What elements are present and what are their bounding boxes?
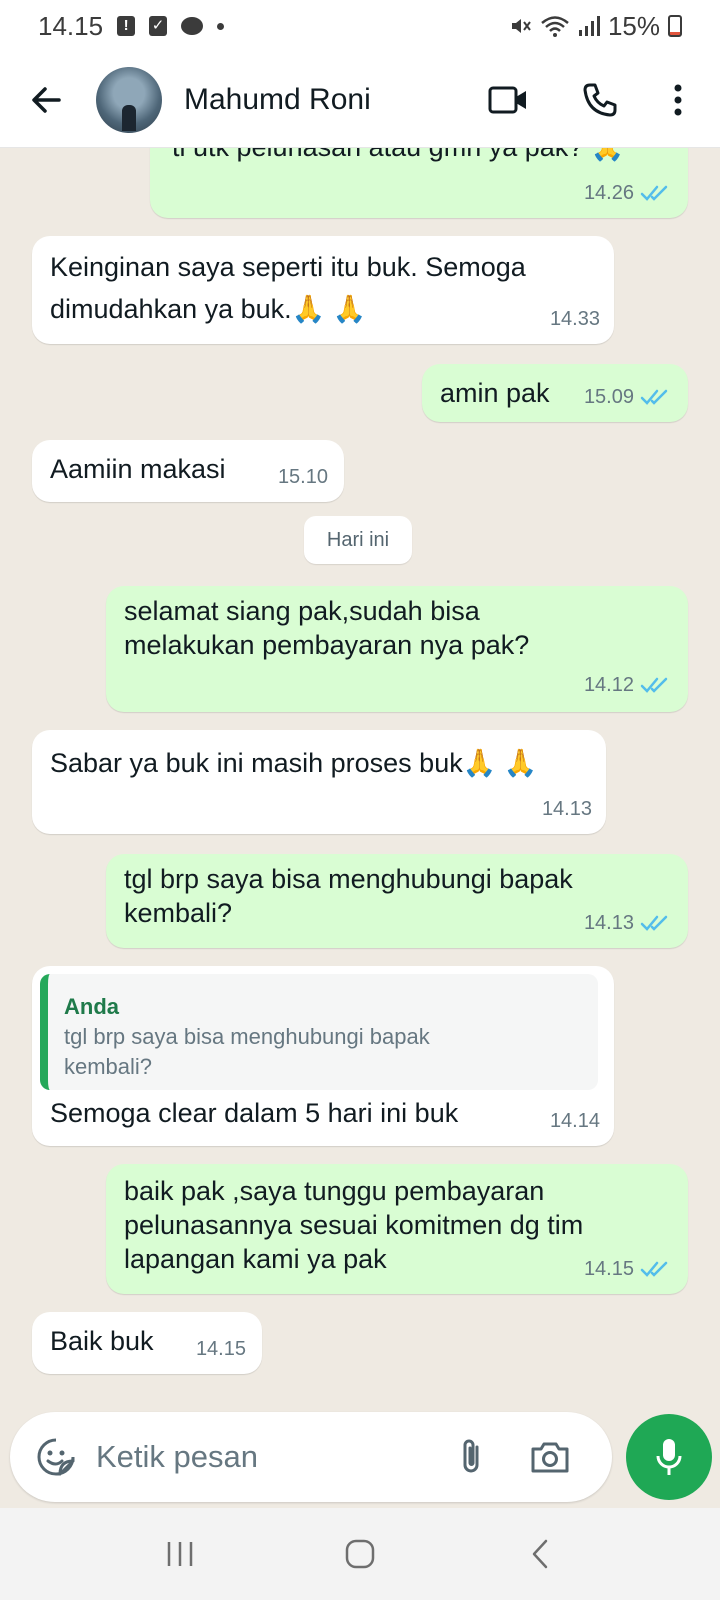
message-text: Semoga clear dalam 5 hari ini buk: [50, 1098, 459, 1128]
message-bubble-outgoing[interactable]: baik pak ,saya tunggu pembayaran pelunas…: [106, 1164, 688, 1294]
home-button[interactable]: [330, 1524, 390, 1584]
camera-icon: [531, 1442, 569, 1473]
sticker-icon: [37, 1438, 75, 1476]
message-time: 14.14: [549, 1110, 600, 1132]
read-ticks-icon: [640, 915, 668, 931]
camera-button[interactable]: [522, 1429, 578, 1485]
recent-apps-icon: [167, 1542, 193, 1566]
message-bubble-incoming[interactable]: Sabar ya buk ini masih proses buk🙏 🙏 14.…: [32, 730, 606, 834]
message-time: 14.26: [583, 182, 634, 204]
message-bubble-incoming[interactable]: Baik buk 14.15: [32, 1312, 262, 1374]
back-button[interactable]: [26, 80, 66, 120]
message-text: Sabar ya buk ini masih proses buk🙏 🙏: [50, 748, 538, 778]
mic-icon: [656, 1439, 682, 1475]
date-separator: Hari ini: [304, 516, 412, 564]
recent-apps-button[interactable]: [150, 1524, 210, 1584]
notification-icon: !: [117, 16, 136, 36]
message-text: tgl brp saya bisa menghubungi bapak kemb…: [124, 864, 573, 928]
avatar[interactable]: [96, 66, 162, 133]
status-bar: 14.15 ! ✓ 15%: [0, 0, 720, 52]
attach-button[interactable]: [444, 1429, 500, 1485]
back-nav-icon: [532, 1539, 548, 1569]
message-bubble-outgoing[interactable]: amin pak 15.09: [422, 364, 688, 422]
message-time: 15.09: [583, 386, 634, 408]
quoted-text: tgl brp saya bisa menghubungi bapak kemb…: [64, 1024, 430, 1079]
message-text: amin pak: [440, 378, 550, 408]
message-bubble-incoming[interactable]: Keinginan saya seperti itu buk. Semoga d…: [32, 236, 614, 344]
video-call-button[interactable]: [480, 72, 536, 128]
home-icon: [345, 1539, 375, 1569]
message-text: ti utk pelunasan atau gmn ya pak? 🙏: [172, 148, 624, 164]
more-vert-icon: [674, 84, 682, 115]
message-text: Keinginan saya seperti itu buk. Semoga d…: [50, 252, 526, 324]
signal-icon: [578, 16, 600, 36]
message-input[interactable]: [96, 1439, 436, 1475]
message-composer: [10, 1412, 612, 1502]
sticker-button[interactable]: [28, 1429, 84, 1485]
message-text: baik pak ,saya tunggu pembayaran pelunas…: [124, 1176, 584, 1274]
wifi-icon: [541, 16, 569, 37]
read-ticks-icon: [640, 389, 668, 405]
read-ticks-icon: [640, 185, 668, 201]
quoted-author: Anda: [64, 994, 119, 1019]
message-time: 14.13: [583, 912, 634, 934]
mute-icon: [511, 19, 531, 33]
attach-icon: [463, 1439, 479, 1473]
message-time: 14.33: [549, 308, 600, 330]
read-ticks-icon: [640, 1261, 668, 1277]
message-time: 14.15: [195, 1338, 246, 1360]
phone-call-icon: [583, 83, 617, 116]
checkbox-icon: ✓: [149, 16, 168, 36]
message-time: 15.10: [277, 466, 328, 488]
message-bubble-outgoing[interactable]: tgl brp saya bisa menghubungi bapak kemb…: [106, 854, 688, 948]
more-options-button[interactable]: [650, 72, 706, 128]
battery-icon: [668, 15, 682, 37]
contact-name[interactable]: Mahumd Roni: [184, 83, 371, 117]
message-bubble-outgoing[interactable]: ti utk pelunasan atau gmn ya pak? 🙏 14.2…: [150, 148, 688, 218]
system-navigation-bar: [0, 1508, 720, 1600]
back-arrow-icon: [32, 86, 61, 113]
message-time: 14.12: [583, 674, 634, 696]
message-time: 14.15: [583, 1258, 634, 1280]
chat-header: Mahumd Roni: [0, 52, 720, 148]
dot-icon: [217, 22, 225, 30]
message-icon: [181, 17, 204, 35]
message-bubble-incoming[interactable]: Aamiin makasi 15.10: [32, 440, 344, 502]
video-call-icon: [488, 86, 526, 113]
quoted-message[interactable]: Anda tgl brp saya bisa menghubungi bapak…: [40, 974, 598, 1090]
message-bubble-outgoing[interactable]: selamat siang pak,sudah bisa melakukan p…: [106, 586, 688, 712]
message-time: 14.13: [541, 798, 592, 820]
read-ticks-icon: [640, 677, 668, 693]
voice-record-button[interactable]: [626, 1414, 712, 1500]
phone-call-button[interactable]: [572, 72, 628, 128]
message-text: selamat siang pak,sudah bisa melakukan p…: [124, 596, 530, 660]
message-text: Aamiin makasi: [50, 454, 226, 484]
chat-messages[interactable]: ti utk pelunasan atau gmn ya pak? 🙏 14.2…: [0, 148, 720, 1410]
message-bubble-incoming[interactable]: Anda tgl brp saya bisa menghubungi bapak…: [32, 966, 614, 1146]
back-nav-button[interactable]: [510, 1524, 570, 1584]
battery-percent: 15%: [607, 10, 660, 41]
status-time: 14.15: [38, 10, 104, 41]
message-text: Baik buk: [50, 1326, 154, 1356]
